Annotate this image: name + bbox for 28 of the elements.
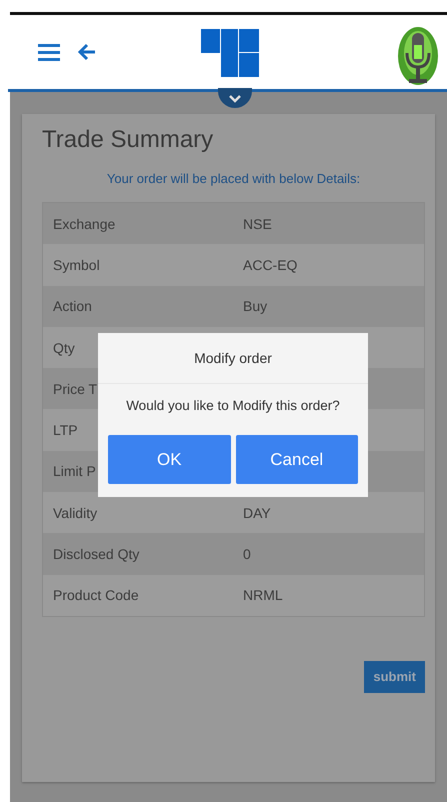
logo-icon	[201, 29, 259, 77]
detail-label: Limit P	[52, 463, 97, 480]
detail-label: Exchange	[52, 216, 116, 232]
ok-button[interactable]: OK	[108, 435, 230, 484]
detail-value: NSE	[243, 216, 272, 232]
detail-label: Disclosed Qty	[52, 546, 140, 562]
back-arrow-icon[interactable]	[77, 42, 97, 62]
detail-value: ACC-EQ	[243, 256, 298, 273]
submit-button[interactable]: submit	[364, 660, 425, 693]
detail-label: Action	[52, 298, 93, 314]
cancel-button[interactable]: Cancel	[236, 435, 358, 484]
detail-label: Qty	[52, 340, 76, 356]
detail-value: NRML	[243, 587, 283, 604]
menu-icon[interactable]	[38, 43, 60, 61]
detail-label: Price T	[52, 380, 98, 397]
order-details-note: Your order will be placed with below Details:	[106, 170, 362, 188]
page-title: Trade Summary	[42, 125, 214, 155]
detail-label: Product Code	[52, 587, 140, 604]
detail-label: Symbol	[52, 256, 101, 273]
detail-value: 0	[243, 546, 251, 562]
dialog-message: Would you like to Modify this order?	[125, 398, 341, 413]
detail-label: LTP	[52, 422, 79, 438]
microphone-avatar-icon[interactable]	[397, 25, 439, 87]
collapse-chevron-icon[interactable]	[218, 88, 252, 108]
detail-label: Validity	[52, 504, 98, 521]
dialog-title: Modify order	[98, 333, 368, 384]
detail-value: Buy	[243, 298, 268, 314]
detail-value: DAY	[243, 504, 271, 521]
